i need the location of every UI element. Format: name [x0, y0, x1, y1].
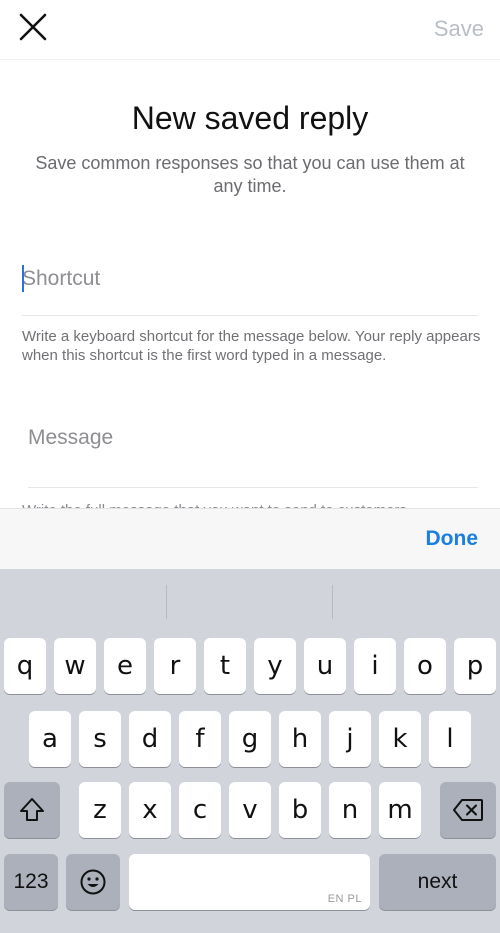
- key-a[interactable]: a: [29, 711, 71, 767]
- keyboard-language-label: EN PL: [327, 893, 362, 905]
- key-t[interactable]: t: [204, 638, 246, 694]
- suggestion-divider: [332, 585, 333, 619]
- key-s[interactable]: s: [79, 711, 121, 767]
- key-d[interactable]: d: [129, 711, 171, 767]
- key-f[interactable]: f: [179, 711, 221, 767]
- key-e[interactable]: e: [104, 638, 146, 694]
- key-q[interactable]: q: [4, 638, 46, 694]
- text-caret: [22, 265, 24, 292]
- message-placeholder: Message: [28, 426, 114, 449]
- numbers-key[interactable]: 123: [4, 854, 58, 910]
- delete-key[interactable]: [440, 782, 496, 838]
- key-n[interactable]: n: [329, 782, 371, 838]
- keyboard: q w e r t y u i o p a s d f g h j k l z …: [0, 569, 500, 933]
- key-z[interactable]: z: [79, 782, 121, 838]
- key-o[interactable]: o: [404, 638, 446, 694]
- page-subtitle: Save common responses so that you can us…: [35, 153, 465, 196]
- keyboard-accessory-bar: Done: [0, 508, 500, 569]
- key-g[interactable]: g: [229, 711, 271, 767]
- key-p[interactable]: p: [454, 638, 496, 694]
- close-button[interactable]: [18, 12, 58, 48]
- top-bar: Save: [0, 0, 500, 60]
- key-i[interactable]: i: [354, 638, 396, 694]
- next-key[interactable]: next: [379, 854, 496, 910]
- key-b[interactable]: b: [279, 782, 321, 838]
- shortcut-placeholder: Shortcut: [22, 267, 101, 290]
- shortcut-input[interactable]: Shortcut: [22, 260, 478, 316]
- key-w[interactable]: w: [54, 638, 96, 694]
- shift-key[interactable]: [4, 782, 60, 838]
- key-l[interactable]: l: [429, 711, 471, 767]
- key-y[interactable]: y: [254, 638, 296, 694]
- space-key[interactable]: EN PL: [129, 854, 370, 910]
- key-x[interactable]: x: [129, 782, 171, 838]
- key-c[interactable]: c: [179, 782, 221, 838]
- key-k[interactable]: k: [379, 711, 421, 767]
- key-u[interactable]: u: [304, 638, 346, 694]
- key-v[interactable]: v: [229, 782, 271, 838]
- close-icon: [19, 13, 47, 41]
- backspace-icon: [453, 799, 483, 821]
- emoji-key[interactable]: [66, 854, 120, 910]
- save-button[interactable]: Save: [434, 16, 484, 42]
- message-input[interactable]: Message: [28, 426, 478, 488]
- emoji-smiley-icon: [80, 869, 106, 895]
- shortcut-help-text: Write a keyboard shortcut for the messag…: [22, 328, 481, 364]
- key-j[interactable]: j: [329, 711, 371, 767]
- key-h[interactable]: h: [279, 711, 321, 767]
- shift-icon: [20, 798, 44, 821]
- key-r[interactable]: r: [154, 638, 196, 694]
- done-button[interactable]: Done: [426, 527, 479, 551]
- key-m[interactable]: m: [379, 782, 421, 838]
- suggestion-divider: [166, 585, 167, 619]
- page-title: New saved reply: [131, 100, 369, 136]
